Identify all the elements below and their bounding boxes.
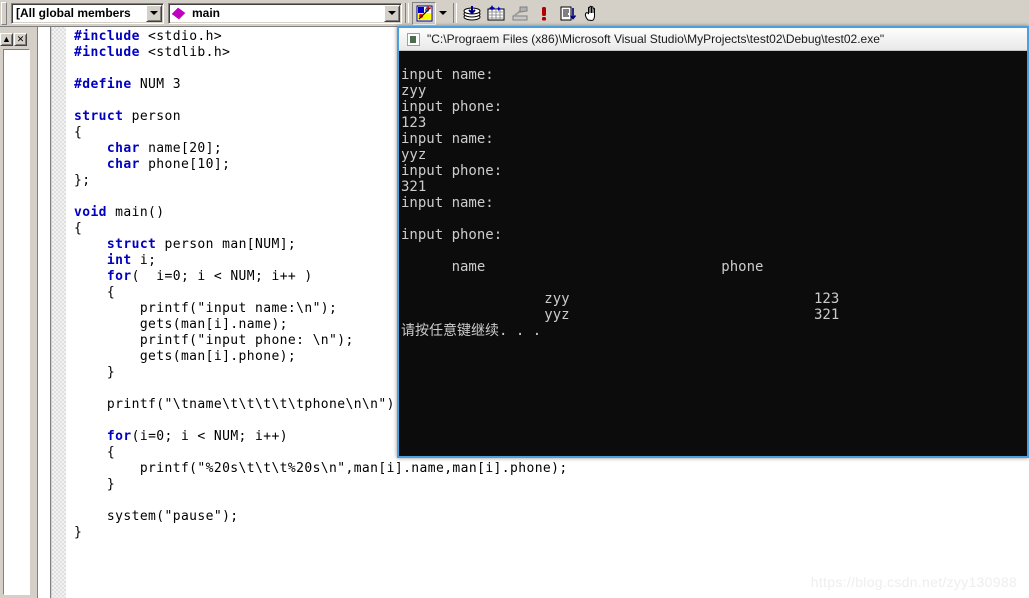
compile-stack-icon[interactable] <box>460 2 484 25</box>
document-arrow-down-icon[interactable] <box>556 2 580 25</box>
console-title-text: "C:\Prograem Files (x86)\Microsoft Visua… <box>427 32 885 46</box>
code-token: main() <box>106 205 165 220</box>
code-line: system("pause"); <box>74 509 568 525</box>
code-token: ( i=0; i < NUM; i++ ) <box>131 269 313 284</box>
chevron-down-icon[interactable] <box>384 4 400 22</box>
code-token: #define <box>74 77 132 92</box>
code-token: struct <box>106 237 157 252</box>
code-token: } <box>74 365 116 380</box>
code-token: }; <box>74 173 91 188</box>
console-window-icon <box>407 32 420 46</box>
global-members-combo-value: [All global members <box>16 6 131 20</box>
code-token: { <box>74 125 83 140</box>
code-token: char <box>106 157 140 172</box>
code-token: i; <box>131 253 157 268</box>
workspace-panel-body[interactable] <box>3 49 30 595</box>
code-token: phone[10]; <box>139 157 231 172</box>
code-token: char <box>106 141 140 156</box>
editor-gutter[interactable] <box>37 27 51 598</box>
code-token: system("pause"); <box>74 509 239 524</box>
code-token: gets(man[i].name); <box>74 317 288 332</box>
function-combo[interactable]: main <box>168 2 402 24</box>
code-token: printf("input phone: \n"); <box>74 333 354 348</box>
chevron-down-icon[interactable] <box>146 4 162 22</box>
toolbar-grip[interactable] <box>1 1 7 25</box>
diamond-member-icon <box>171 7 186 19</box>
code-line: } <box>74 477 568 493</box>
workspace-panel-buttons: ▲ ✕ <box>0 32 33 47</box>
console-output-area[interactable]: input name: zyy input phone: 123 input n… <box>399 51 1027 456</box>
build-grid-icon[interactable] <box>484 2 508 25</box>
code-token: person <box>123 109 181 124</box>
code-token: name[20]; <box>139 141 223 156</box>
code-token: } <box>74 477 116 492</box>
code-token: { <box>74 445 116 460</box>
code-token: printf("\tname\t\t\t\t\tphone\n\n"); <box>74 397 404 412</box>
code-token: <stdio.h> <box>139 29 223 44</box>
chevron-down-icon[interactable] <box>436 2 450 25</box>
code-token: #include <box>74 45 140 60</box>
code-token: for <box>106 269 132 284</box>
close-icon[interactable]: ✕ <box>14 33 27 46</box>
toolbar-separator <box>453 3 457 23</box>
code-token: int <box>106 253 132 268</box>
code-token: gets(man[i].phone); <box>74 349 297 364</box>
editor-selection-margin[interactable] <box>52 27 66 598</box>
code-token: } <box>74 525 83 540</box>
main-toolbar: [All global members main <box>0 0 1029 27</box>
vc6-ide-window: [All global members main ▲ ✕ #include <s… <box>0 0 1029 598</box>
code-token: for <box>106 429 132 444</box>
palette-icon[interactable] <box>412 1 436 25</box>
console-window[interactable]: "C:\Prograem Files (x86)\Microsoft Visua… <box>397 26 1029 458</box>
code-token: printf("input name:\n"); <box>74 301 338 316</box>
code-token: { <box>74 285 116 300</box>
watermark-text: https://blog.csdn.net/zyy130988 <box>810 574 1017 590</box>
hammer-disabled-icon[interactable] <box>508 2 532 25</box>
code-token: <stdlib.h> <box>139 45 231 60</box>
console-title-bar[interactable]: "C:\Prograem Files (x86)\Microsoft Visua… <box>399 26 1027 51</box>
code-token: person man[NUM]; <box>156 237 297 252</box>
code-token: #include <box>74 29 140 44</box>
code-token: printf("%20s\t\t\t%20s\n",man[i].name,ma… <box>74 461 568 476</box>
code-line: } <box>74 525 568 541</box>
global-members-combo[interactable]: [All global members <box>11 2 164 24</box>
code-token: struct <box>74 109 124 124</box>
code-token: (i=0; i < NUM; i++) <box>131 429 288 444</box>
code-line: printf("%20s\t\t\t%20s\n",man[i].name,ma… <box>74 461 568 477</box>
function-combo-value: main <box>192 6 221 20</box>
hand-icon[interactable] <box>580 2 604 25</box>
console-output-text: input name: zyy input phone: 123 input n… <box>401 67 840 339</box>
code-token: { <box>74 221 83 236</box>
code-token: NUM 3 <box>131 77 181 92</box>
restore-icon[interactable]: ▲ <box>0 33 13 46</box>
code-token: void <box>74 205 107 220</box>
workspace-dock-panel: ▲ ✕ <box>0 27 33 598</box>
exclamation-red-icon[interactable] <box>532 2 556 25</box>
toolbar-separator <box>405 3 409 23</box>
